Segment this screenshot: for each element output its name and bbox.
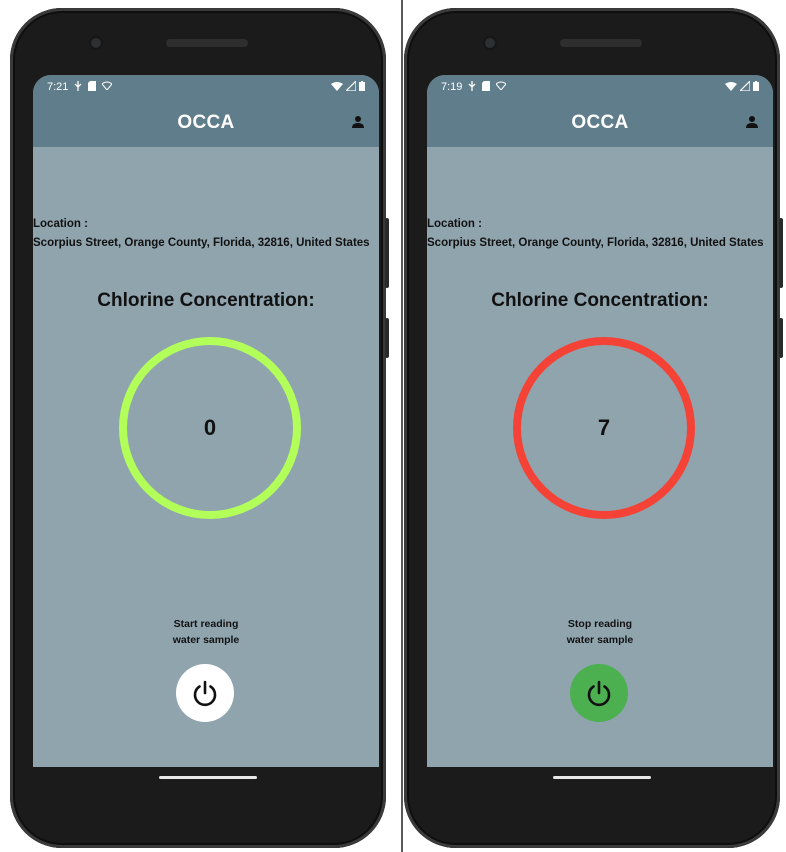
location-block: Location : Scorpius Street, Orange Count… <box>33 215 379 253</box>
earpiece-speaker <box>560 39 642 47</box>
location-block: Location : Scorpius Street, Orange Count… <box>427 215 773 253</box>
reading-action-label-line1: Stop reading <box>567 618 633 630</box>
concentration-value: 0 <box>203 415 217 440</box>
phone-frame-left: 7:21 OCCA Location: Scorpius Street, Or… <box>10 8 389 848</box>
signal-icon <box>738 79 751 94</box>
status-bar: 7:21 <box>33 75 379 99</box>
power-icon <box>193 680 217 707</box>
app-title: OCCA <box>571 112 629 133</box>
signal-icon <box>344 79 357 94</box>
battery-icon <box>753 80 759 94</box>
system-nav-bar <box>437 776 749 836</box>
reading-action-label-line2: water sample <box>566 634 634 646</box>
screenshot-divider <box>401 0 403 852</box>
system-nav-bar <box>43 776 355 836</box>
person-icon <box>352 116 364 128</box>
power-side-button <box>779 318 783 358</box>
app-bar: OCCA <box>33 99 379 147</box>
power-icon <box>587 680 611 707</box>
front-camera <box>91 38 101 48</box>
volume-button <box>385 218 389 288</box>
concentration-gauge: 7 <box>513 337 695 519</box>
concentration-value: 7 <box>597 415 611 440</box>
location-value: Scorpius Street, Orange County, Florida,… <box>427 237 764 249</box>
home-gesture-handle[interactable] <box>553 776 651 779</box>
status-bar: 7:19 <box>427 75 773 99</box>
location-value: Scorpius Street, Orange County, Florida,… <box>33 237 370 249</box>
location-label: Location : <box>427 218 482 230</box>
volume-button <box>779 218 783 288</box>
sim-icon <box>88 80 97 94</box>
home-gesture-handle[interactable] <box>159 776 257 779</box>
concentration-heading: Chlorine Concentration: <box>491 290 709 311</box>
concentration-heading: Chlorine Concentration: <box>97 290 315 311</box>
app-title: OCCA <box>177 112 235 133</box>
earpiece-speaker <box>166 39 248 47</box>
status-time: 7:19 <box>441 81 463 93</box>
app-screen: 7:21 OCCA Location: Scorpius Street, Or… <box>33 75 379 767</box>
wifi-icon <box>101 81 114 93</box>
wifi-icon <box>331 81 343 94</box>
status-time: 7:21 <box>47 81 69 93</box>
start-reading-button[interactable] <box>176 664 234 722</box>
wifi-icon <box>495 81 508 93</box>
app-bar: OCCA <box>427 99 773 147</box>
phone-frame-right: 7:19 OCCA Location: Scorpius Street, Or… <box>404 8 783 848</box>
sim-icon <box>482 80 491 94</box>
usb-icon <box>468 80 476 94</box>
battery-icon <box>359 80 365 94</box>
reading-action-label-line1: Start reading <box>173 618 239 630</box>
profile-button[interactable] <box>347 111 369 133</box>
wifi-icon <box>725 81 737 94</box>
concentration-gauge: 0 <box>119 337 301 519</box>
reading-action-label: Start reading water sample <box>33 616 379 648</box>
power-side-button <box>385 318 389 358</box>
reading-action-label-line2: water sample <box>172 634 240 646</box>
profile-button[interactable] <box>741 111 763 133</box>
app-screen: 7:19 OCCA Location: Scorpius Street, Or… <box>427 75 773 767</box>
location-label: Location : <box>33 218 88 230</box>
person-icon <box>746 116 758 128</box>
usb-icon <box>74 80 82 94</box>
stop-reading-button[interactable] <box>570 664 628 722</box>
reading-action-label: Stop reading water sample <box>427 616 773 648</box>
front-camera <box>485 38 495 48</box>
